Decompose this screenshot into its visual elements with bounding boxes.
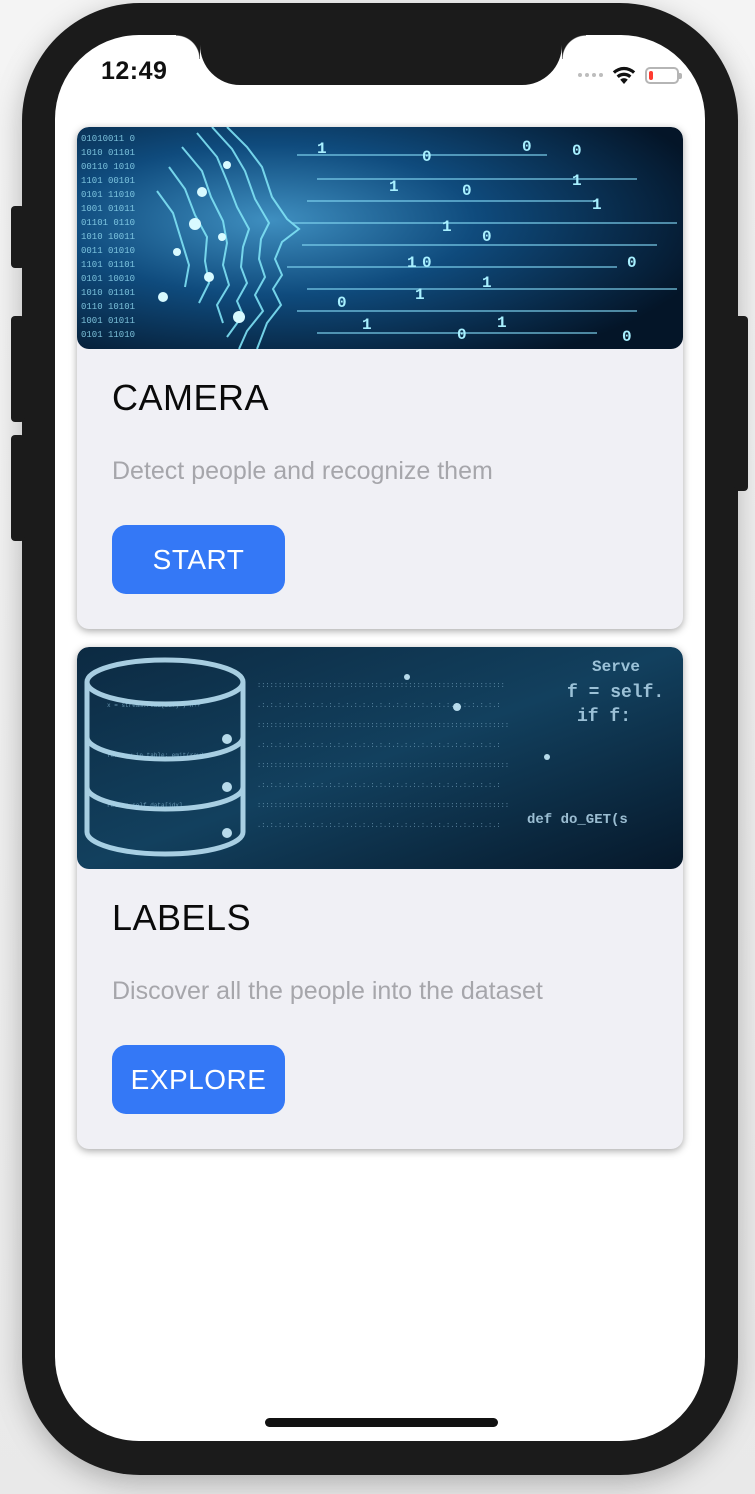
svg-text:0: 0 bbox=[572, 142, 582, 160]
svg-text:1: 1 bbox=[592, 196, 602, 214]
svg-text:def do_GET(s: def do_GET(s bbox=[527, 812, 628, 828]
svg-text:1: 1 bbox=[497, 314, 507, 332]
svg-text:0: 0 bbox=[627, 254, 637, 272]
svg-text:.:.:.:.:.:.:.:.:.:.:.:.:.:.:.:: .:.:.:.:.:.:.:.:.:.:.:.:.:.:.:.:.:.:.:.:… bbox=[257, 822, 501, 830]
svg-text:1: 1 bbox=[572, 172, 582, 190]
svg-text:f = self.: f = self. bbox=[567, 683, 664, 703]
svg-text:1: 1 bbox=[415, 286, 425, 304]
wifi-icon bbox=[612, 66, 636, 84]
card-title: CAMERA bbox=[112, 377, 270, 418]
cellular-signal-icon bbox=[578, 73, 603, 77]
svg-text:1010 10011: 1010 10011 bbox=[81, 232, 135, 242]
volume-up-button bbox=[11, 316, 25, 422]
svg-text:1: 1 bbox=[407, 254, 417, 272]
svg-text:0: 0 bbox=[482, 228, 492, 246]
card-description: Discover all the people into the dataset bbox=[112, 977, 543, 1005]
svg-text:::::::::::::::::::::::::::::::: ::::::::::::::::::::::::::::::::::::::::… bbox=[257, 682, 505, 690]
svg-text:.:.:.:.:.:.:.:.:.:.:.:.:.:.:.:: .:.:.:.:.:.:.:.:.:.:.:.:.:.:.:.:.:.:.:.:… bbox=[257, 782, 501, 790]
svg-text:0: 0 bbox=[457, 326, 467, 344]
svg-text:::::::::::::::::::::::::::::::: ::::::::::::::::::::::::::::::::::::::::… bbox=[257, 722, 509, 730]
svg-text:.:.:.:.:.:.:.:.:.:.:.:.:.:.:.:: .:.:.:.:.:.:.:.:.:.:.:.:.:.:.:.:.:.:.:.:… bbox=[257, 702, 501, 710]
svg-text:0101 10010: 0101 10010 bbox=[81, 274, 135, 284]
device-frame-stage: 12:49 01010011 0 1010 01101 00110 1010 1… bbox=[0, 0, 755, 1494]
svg-text:0101 11010: 0101 11010 bbox=[81, 190, 135, 200]
svg-text:0: 0 bbox=[622, 328, 632, 346]
svg-text:0: 0 bbox=[337, 294, 347, 312]
svg-text:1001 01011: 1001 01011 bbox=[81, 204, 135, 214]
battery-level-fill bbox=[649, 70, 653, 80]
home-indicator[interactable] bbox=[265, 1418, 498, 1427]
svg-text:0110 10101: 0110 10101 bbox=[81, 302, 135, 312]
svg-text:if f:: if f: bbox=[577, 707, 631, 727]
ai-face-circuit-image: 01010011 0 1010 01101 00110 1010 1101 00… bbox=[77, 127, 683, 349]
svg-text:1101 01101: 1101 01101 bbox=[81, 260, 135, 270]
svg-text:1: 1 bbox=[482, 274, 492, 292]
svg-text:1101 00101: 1101 00101 bbox=[81, 176, 135, 186]
card-title: LABELS bbox=[112, 897, 252, 938]
card-description: Detect people and recognize them bbox=[112, 457, 493, 485]
app-screen: 12:49 01010011 0 1010 01101 00110 1010 1… bbox=[55, 35, 705, 1441]
status-indicators bbox=[578, 63, 682, 87]
svg-text:.:.:.:.:.:.:.:.:.:.:.:.:.:.:.:: .:.:.:.:.:.:.:.:.:.:.:.:.:.:.:.:.:.:.:.:… bbox=[257, 742, 501, 750]
svg-text:1001 01011: 1001 01011 bbox=[81, 316, 135, 326]
camera-card: 01010011 0 1010 01101 00110 1010 1101 00… bbox=[77, 127, 683, 629]
svg-text:1: 1 bbox=[362, 316, 372, 334]
device-notch bbox=[176, 35, 586, 85]
explore-button[interactable]: EXPLORE bbox=[112, 1045, 285, 1114]
svg-text:00110 1010: 00110 1010 bbox=[81, 162, 135, 172]
volume-down-button bbox=[11, 435, 25, 541]
svg-text:1010 01101: 1010 01101 bbox=[81, 288, 135, 298]
svg-text:x = stream.read(buf) ; n++: x = stream.read(buf) ; n++ bbox=[107, 702, 201, 709]
labels-card: ::::::::::::::::::::::::::::::::::::::::… bbox=[77, 647, 683, 1149]
battery-icon bbox=[645, 66, 682, 84]
mute-switch bbox=[11, 206, 25, 268]
svg-text:::::::::::::::::::::::::::::::: ::::::::::::::::::::::::::::::::::::::::… bbox=[257, 762, 509, 770]
start-button[interactable]: START bbox=[112, 525, 285, 594]
svg-text:return self.data[idx]: return self.data[idx] bbox=[107, 802, 183, 809]
svg-text:0: 0 bbox=[522, 138, 532, 156]
svg-text:for row in table: emit(row): for row in table: emit(row) bbox=[107, 752, 204, 759]
svg-text:0: 0 bbox=[422, 254, 432, 272]
ai-face-circuit-image-art: 01010011 0 1010 01101 00110 1010 1101 00… bbox=[77, 127, 683, 349]
svg-text:01101 0110: 01101 0110 bbox=[81, 218, 135, 228]
svg-text:::::::::::::::::::::::::::::::: ::::::::::::::::::::::::::::::::::::::::… bbox=[257, 802, 509, 810]
svg-text:1010 01101: 1010 01101 bbox=[81, 148, 135, 158]
database-code-image: ::::::::::::::::::::::::::::::::::::::::… bbox=[77, 647, 683, 869]
svg-text:0: 0 bbox=[462, 182, 472, 200]
svg-text:Serve: Serve bbox=[592, 658, 640, 676]
svg-text:1: 1 bbox=[317, 140, 327, 158]
status-time: 12:49 bbox=[101, 57, 168, 85]
svg-text:0011 01010: 0011 01010 bbox=[81, 246, 135, 256]
svg-text:01010011 0: 01010011 0 bbox=[81, 134, 135, 144]
svg-text:1: 1 bbox=[442, 218, 452, 236]
power-button bbox=[734, 316, 748, 491]
svg-text:0101 11010: 0101 11010 bbox=[81, 330, 135, 340]
database-code-image-art: ::::::::::::::::::::::::::::::::::::::::… bbox=[77, 647, 683, 869]
svg-text:1: 1 bbox=[389, 178, 399, 196]
svg-text:0: 0 bbox=[422, 148, 432, 166]
